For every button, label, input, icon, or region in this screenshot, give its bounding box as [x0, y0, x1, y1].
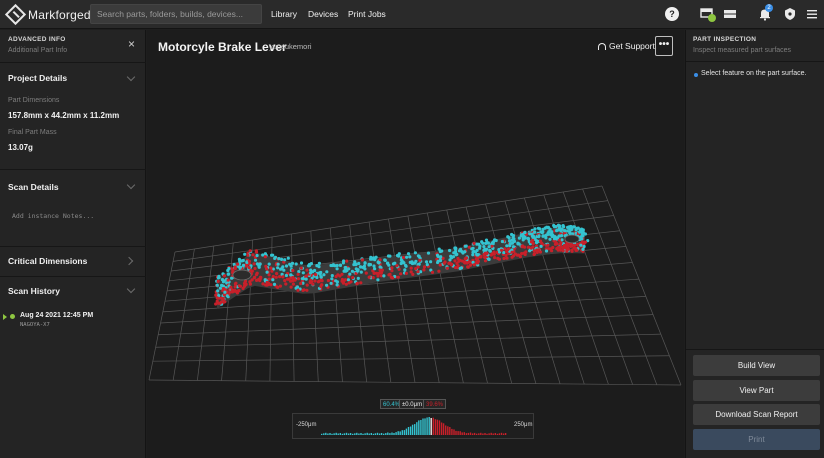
deviation-histogram[interactable]: -250μm 250μm	[292, 413, 534, 439]
nav-library[interactable]: Library	[271, 9, 297, 19]
nav-devices[interactable]: Devices	[308, 9, 338, 19]
part-inspection-panel: PART INSPECTION Inspect measured part su…	[685, 30, 824, 458]
scan-device: NAGOYA-X7	[20, 322, 50, 328]
help-icon[interactable]: ?	[665, 7, 679, 21]
chevron-down-icon[interactable]	[126, 180, 136, 190]
scan-notes-input[interactable]: Add instance Notes...	[12, 212, 94, 220]
build-view-button[interactable]: Build View	[693, 355, 820, 376]
mass-label: Final Part Mass	[8, 129, 57, 136]
scan-history-entry[interactable]: Aug 24 2021 12:45 PM NAGOYA-X7	[0, 310, 146, 334]
logo-icon	[4, 3, 27, 26]
panel-subtitle: Additional Part Info	[8, 47, 68, 54]
scan-history-title[interactable]: Scan History	[8, 286, 60, 296]
logo[interactable]: Markforged	[4, 3, 91, 26]
device-status-badge	[708, 14, 716, 22]
out-tolerance-percent: 39.6%	[423, 399, 447, 409]
close-icon[interactable]: ×	[128, 38, 135, 50]
brand-name: Markforged	[28, 7, 91, 22]
device-status-icon[interactable]	[700, 7, 716, 22]
3d-scan-view[interactable]	[147, 30, 684, 458]
selected-indicator-icon	[3, 314, 7, 320]
bullet-icon	[694, 73, 698, 77]
notification-count: 2	[765, 4, 773, 12]
panel-title: ADVANCED INFO	[8, 36, 66, 43]
project-details-title[interactable]: Project Details	[8, 73, 67, 83]
menu-icon[interactable]	[806, 7, 820, 21]
search-input[interactable]: Search parts, folders, builds, devices..…	[90, 4, 262, 24]
divider	[0, 246, 146, 247]
mass-value: 13.07g	[8, 143, 33, 152]
chevron-down-icon[interactable]	[126, 284, 136, 294]
divider	[0, 276, 146, 277]
divider	[0, 169, 146, 170]
download-scan-report-button[interactable]: Download Scan Report	[693, 404, 820, 425]
scan-details-title[interactable]: Scan Details	[8, 182, 59, 192]
view-part-button[interactable]: View Part	[693, 380, 820, 401]
chevron-down-icon[interactable]	[126, 72, 136, 82]
divider	[686, 61, 824, 62]
dimensions-value: 157.8mm x 44.2mm x 11.2mm	[8, 111, 120, 120]
critical-dimensions-title[interactable]: Critical Dimensions	[8, 256, 87, 266]
divider	[686, 349, 824, 350]
status-dot	[10, 314, 15, 319]
panel-subtitle: Inspect measured part surfaces	[693, 47, 792, 54]
top-bar: Markforged Search parts, folders, builds…	[0, 0, 824, 29]
scan-date: Aug 24 2021 12:45 PM	[20, 312, 94, 319]
inspection-hint: Select feature on the part surface.	[701, 70, 807, 77]
panel-title: PART INSPECTION	[693, 36, 757, 43]
print-queue-icon[interactable]	[723, 7, 737, 21]
notification-bell-icon[interactable]: 2	[758, 4, 773, 21]
histogram-bars	[321, 417, 507, 435]
panel-header: ADVANCED INFO Additional Part Info ×	[0, 30, 146, 63]
advanced-info-panel: ADVANCED INFO Additional Part Info × Pro…	[0, 30, 146, 458]
histogram-min-label: -250μm	[296, 422, 317, 428]
chevron-right-icon[interactable]	[124, 256, 134, 266]
dimensions-label: Part Dimensions	[8, 97, 60, 104]
nav-print-jobs[interactable]: Print Jobs	[348, 9, 386, 19]
viewport[interactable]: Motorcyle Brake Lever yuusukemori Get Su…	[147, 30, 684, 458]
histogram-max-label: 250μm	[514, 422, 533, 428]
tolerance-value: ±0.0μm	[399, 399, 426, 409]
shield-icon[interactable]	[783, 7, 797, 21]
print-button[interactable]: Print	[693, 429, 820, 450]
